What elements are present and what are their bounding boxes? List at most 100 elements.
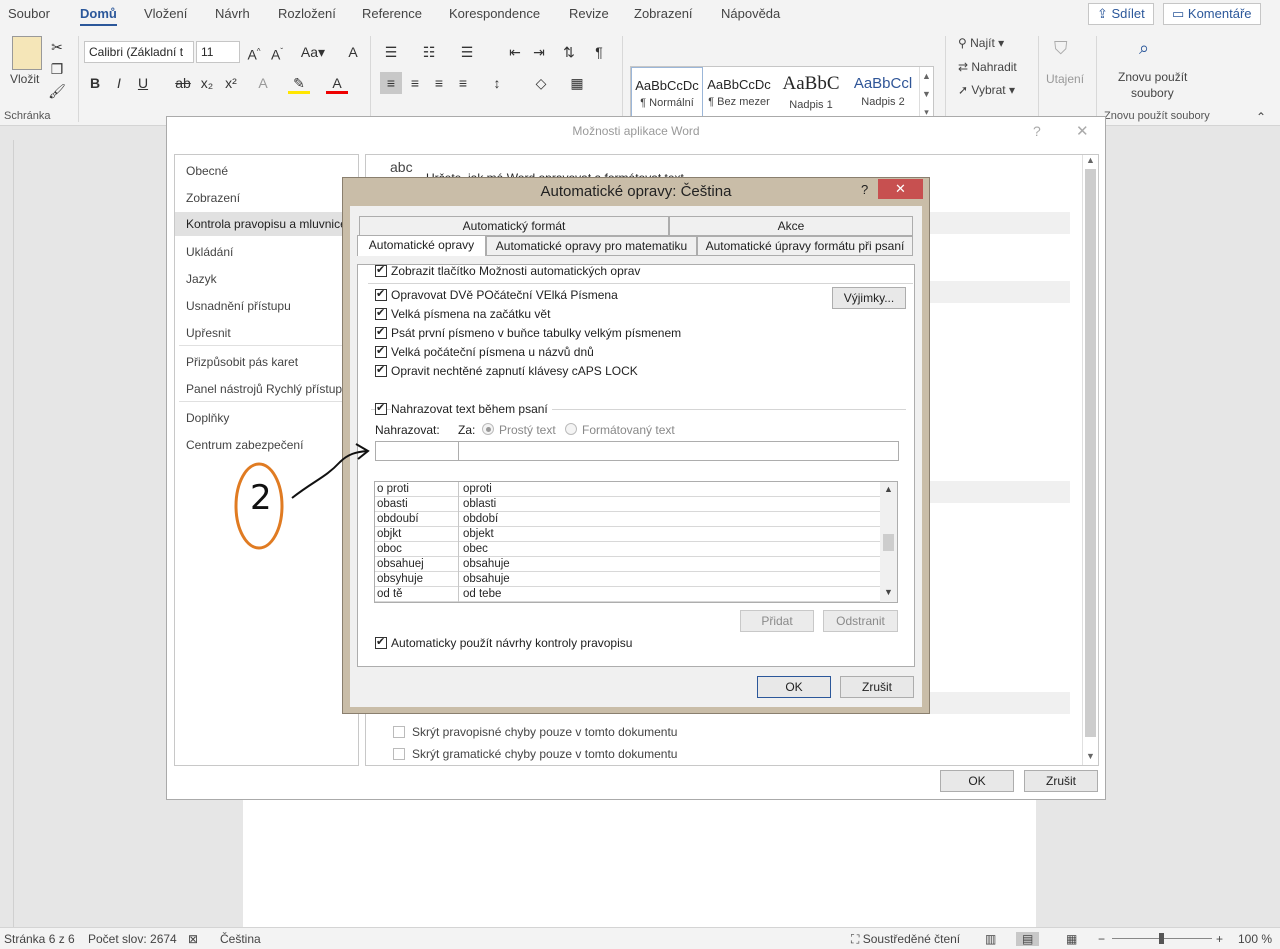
tab-actions[interactable]: Akce: [669, 216, 913, 236]
zoom-out-icon[interactable]: −: [1098, 932, 1105, 946]
tab-help[interactable]: Nápověda: [721, 6, 780, 21]
use-suggestions-checkbox[interactable]: [375, 635, 387, 649]
styles-scroll[interactable]: ▲ ▼ ▾: [919, 67, 933, 123]
shading-icon[interactable]: ◇: [530, 72, 552, 94]
autocorrect-ok-button[interactable]: OK: [757, 676, 831, 698]
tab-autocorrect[interactable]: Automatické opravy: [357, 235, 486, 256]
formatted-text-radio[interactable]: [565, 423, 577, 435]
with-input[interactable]: [458, 441, 899, 461]
help-icon[interactable]: ?: [861, 182, 868, 197]
zoom-slider-thumb[interactable]: [1159, 933, 1164, 944]
tab-file[interactable]: Soubor: [8, 6, 50, 21]
list-item[interactable]: obsyhuje obsahuje: [375, 572, 880, 587]
collapse-ribbon-icon[interactable]: ⌃: [1256, 110, 1266, 124]
find-button[interactable]: ⚲ Najít ▾: [958, 36, 1004, 50]
italic-icon[interactable]: I: [108, 72, 130, 94]
tab-view[interactable]: Zobrazení: [634, 6, 693, 21]
tab-home[interactable]: Domů: [80, 6, 117, 26]
replacement-list[interactable]: o proti oproti obasti oblasti obdoubí obdob…: [374, 481, 898, 603]
capitalize-table-cells-checkbox[interactable]: [375, 325, 387, 339]
share-button[interactable]: ⇪ Sdílet: [1088, 3, 1154, 25]
increase-indent-icon[interactable]: ⇥: [528, 41, 550, 63]
list-item[interactable]: objkt objekt: [375, 527, 880, 542]
sensitivity-button[interactable]: Utajení: [1046, 72, 1084, 86]
close-icon[interactable]: ✕: [878, 179, 923, 199]
borders-icon[interactable]: ▦: [566, 72, 588, 94]
change-case-icon[interactable]: Aa▾: [298, 41, 328, 63]
nav-language[interactable]: Jazyk: [175, 267, 358, 291]
scroll-up-icon[interactable]: ▲: [880, 484, 897, 494]
options-scrollbar[interactable]: ▲ ▼: [1082, 155, 1098, 765]
tab-review[interactable]: Revize: [569, 6, 609, 21]
paste-icon[interactable]: [12, 36, 42, 70]
tab-autoformat-as-you-type[interactable]: Automatické úpravy formátu při psaní: [697, 236, 913, 256]
format-painter-icon[interactable]: 🖌: [46, 80, 68, 102]
text-effects-icon[interactable]: A: [252, 72, 274, 94]
clear-formatting-icon[interactable]: A: [342, 41, 364, 63]
print-layout-icon[interactable]: ▤: [1016, 932, 1040, 946]
underline-icon[interactable]: U: [132, 72, 154, 94]
shrink-font-icon[interactable]: Aˇ: [266, 41, 288, 63]
autocorrect-cancel-button[interactable]: Zrušit: [840, 676, 914, 698]
scroll-thumb[interactable]: [1085, 169, 1096, 737]
tab-layout[interactable]: Rozložení: [278, 6, 336, 21]
add-button[interactable]: Přidat: [740, 610, 814, 632]
font-name-select[interactable]: Calibri (Základní t: [84, 41, 194, 63]
zoom-in-icon[interactable]: +: [1216, 932, 1223, 946]
nav-accessibility[interactable]: Usnadnění přístupu: [175, 294, 358, 318]
tab-mailings[interactable]: Korespondence: [449, 6, 540, 21]
align-left-icon[interactable]: ≡: [380, 72, 402, 94]
paste-label[interactable]: Vložit: [10, 72, 39, 86]
options-cancel-button[interactable]: Zrušit: [1024, 770, 1098, 792]
list-item[interactable]: od tě od tebe: [375, 587, 880, 602]
tab-insert[interactable]: Vložení: [144, 6, 187, 21]
nav-addins[interactable]: Doplňky: [175, 406, 358, 430]
copy-icon[interactable]: ❐: [46, 58, 68, 80]
style-heading-1[interactable]: AaBbC Nadpis 1: [775, 67, 847, 123]
reuse-label-1[interactable]: Znovu použít: [1118, 70, 1187, 84]
line-spacing-icon[interactable]: ↕: [486, 72, 508, 94]
nav-general[interactable]: Obecné: [175, 159, 358, 183]
scroll-thumb[interactable]: [883, 534, 894, 551]
reuse-label-2[interactable]: soubory: [1131, 86, 1174, 100]
strikethrough-icon[interactable]: ab: [172, 72, 194, 94]
subscript-icon[interactable]: x₂: [196, 72, 218, 94]
page-count[interactable]: Stránka 6 z 6: [4, 932, 75, 946]
nav-quick-access[interactable]: Panel nástrojů Rychlý přístup: [175, 377, 358, 401]
comments-button[interactable]: ▭ Komentáře: [1163, 3, 1261, 25]
capitalize-sentences-checkbox[interactable]: [375, 306, 387, 320]
cut-icon[interactable]: ✂: [46, 36, 68, 58]
hide-grammar-checkbox[interactable]: [393, 748, 405, 760]
nav-display[interactable]: Zobrazení: [175, 186, 358, 210]
list-item[interactable]: oboc obec: [375, 542, 880, 557]
tab-autoformat[interactable]: Automatický formát: [359, 216, 669, 236]
multilevel-list-icon[interactable]: ☰: [456, 41, 478, 63]
options-ok-button[interactable]: OK: [940, 770, 1014, 792]
replace-input[interactable]: [375, 441, 459, 461]
align-center-icon[interactable]: ≡: [404, 72, 426, 94]
numbering-icon[interactable]: ☷: [418, 41, 440, 63]
bold-icon[interactable]: B: [84, 72, 106, 94]
show-marks-icon[interactable]: ¶: [588, 41, 610, 63]
web-layout-icon[interactable]: ▦: [1066, 932, 1077, 946]
nav-advanced[interactable]: Upřesnit: [175, 321, 358, 345]
nav-save[interactable]: Ukládání: [175, 240, 358, 264]
two-initial-caps-checkbox[interactable]: [375, 287, 387, 301]
nav-customize-ribbon[interactable]: Přizpůsobit pás karet: [175, 350, 358, 374]
nav-proofing[interactable]: Kontrola pravopisu a mluvnice: [175, 212, 358, 236]
plain-text-radio[interactable]: [482, 423, 494, 435]
bullets-icon[interactable]: ☰: [380, 41, 402, 63]
list-scrollbar[interactable]: ▲ ▼: [880, 482, 897, 602]
word-count[interactable]: Počet slov: 2674: [88, 932, 177, 946]
show-buttons-checkbox[interactable]: [375, 263, 387, 277]
list-item[interactable]: obsahuej obsahuje: [375, 557, 880, 572]
font-size-select[interactable]: 11: [196, 41, 240, 63]
replace-as-you-type-checkbox[interactable]: [375, 401, 387, 415]
zoom-level[interactable]: 100 %: [1238, 932, 1272, 946]
superscript-icon[interactable]: x²: [220, 72, 242, 94]
list-item[interactable]: o proti oproti: [375, 482, 880, 497]
style-heading-2[interactable]: AaBbCcl Nadpis 2: [847, 67, 919, 123]
style-no-spacing[interactable]: AaBbCcDc ¶ Bez mezer: [703, 67, 775, 123]
tab-design[interactable]: Návrh: [215, 6, 250, 21]
capitalize-days-checkbox[interactable]: [375, 344, 387, 358]
